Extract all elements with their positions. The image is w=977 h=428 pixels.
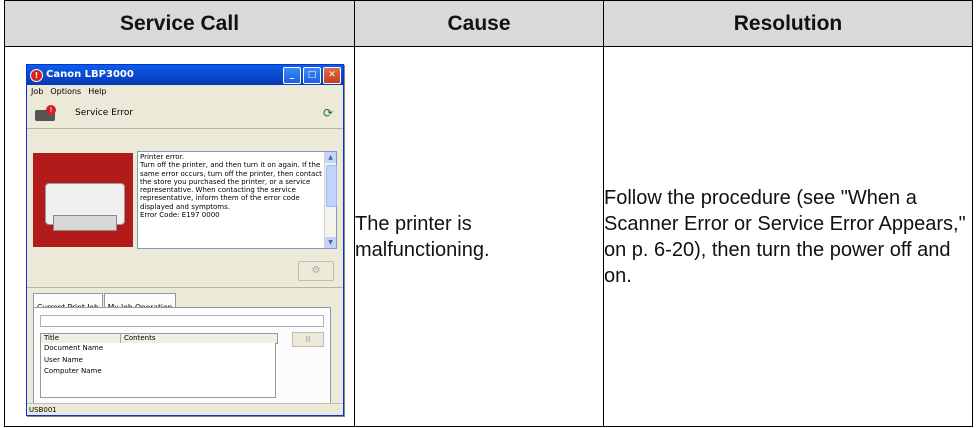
job-list: Document Name User Name Computer Name [40, 343, 276, 398]
window-title: Canon LBP3000 [46, 69, 134, 80]
scroll-thumb[interactable] [326, 165, 337, 207]
status-label: Service Error [75, 108, 134, 118]
list-item: User Name [44, 355, 83, 364]
service-call-cell: ! Canon LBP3000 _ □ ✕ Job Options Help !… [4, 46, 355, 427]
menu-job[interactable]: Job [31, 79, 43, 105]
maximize-button[interactable]: □ [303, 66, 321, 84]
header-cause: Cause [354, 0, 604, 47]
status-bar: USB001 [27, 403, 343, 415]
header-service-call: Service Call [4, 0, 355, 47]
close-button[interactable]: ✕ [323, 66, 341, 84]
column-contents[interactable]: Contents [121, 334, 156, 343]
cause-cell: The printer is malfunctioning. [354, 46, 604, 427]
resolve-error-button[interactable]: ⚙ [298, 261, 334, 281]
job-progress-bar [40, 315, 324, 327]
tab-panel: Title Contents Document Name User Name C… [33, 307, 331, 404]
status-header: ! Service Error ⟳ [27, 98, 343, 129]
error-zone: Printer error. Turn off the printer, and… [27, 151, 343, 251]
pause-button[interactable]: II [292, 332, 324, 347]
column-title[interactable]: Title [41, 334, 121, 343]
refresh-icon[interactable]: ⟳ [321, 106, 335, 120]
list-item: Computer Name [44, 367, 102, 375]
service-call-table: Service Call Cause Resolution ! Canon LB… [4, 0, 973, 427]
scroll-up-icon[interactable]: ▲ [325, 152, 336, 163]
header-resolution: Resolution [603, 0, 973, 47]
resolution-cell: Follow the procedure (see "When a Scanne… [603, 46, 973, 427]
table-header-row: Service Call Cause Resolution [4, 0, 973, 47]
scroll-down-icon[interactable]: ▼ [325, 237, 336, 248]
minimize-button[interactable]: _ [283, 66, 301, 84]
error-message-box[interactable]: Printer error. Turn off the printer, and… [137, 151, 337, 249]
error-scrollbar[interactable]: ▲ ▼ [324, 152, 337, 248]
error-message-text: Printer error. Turn off the printer, and… [140, 153, 322, 220]
printer-status-window: ! Canon LBP3000 _ □ ✕ Job Options Help !… [26, 64, 344, 416]
printer-error-icon: ! [35, 105, 57, 121]
table-row: ! Canon LBP3000 _ □ ✕ Job Options Help !… [4, 46, 973, 427]
divider [27, 287, 343, 288]
printer-photo [33, 153, 133, 247]
list-item: Document Name [44, 344, 104, 352]
